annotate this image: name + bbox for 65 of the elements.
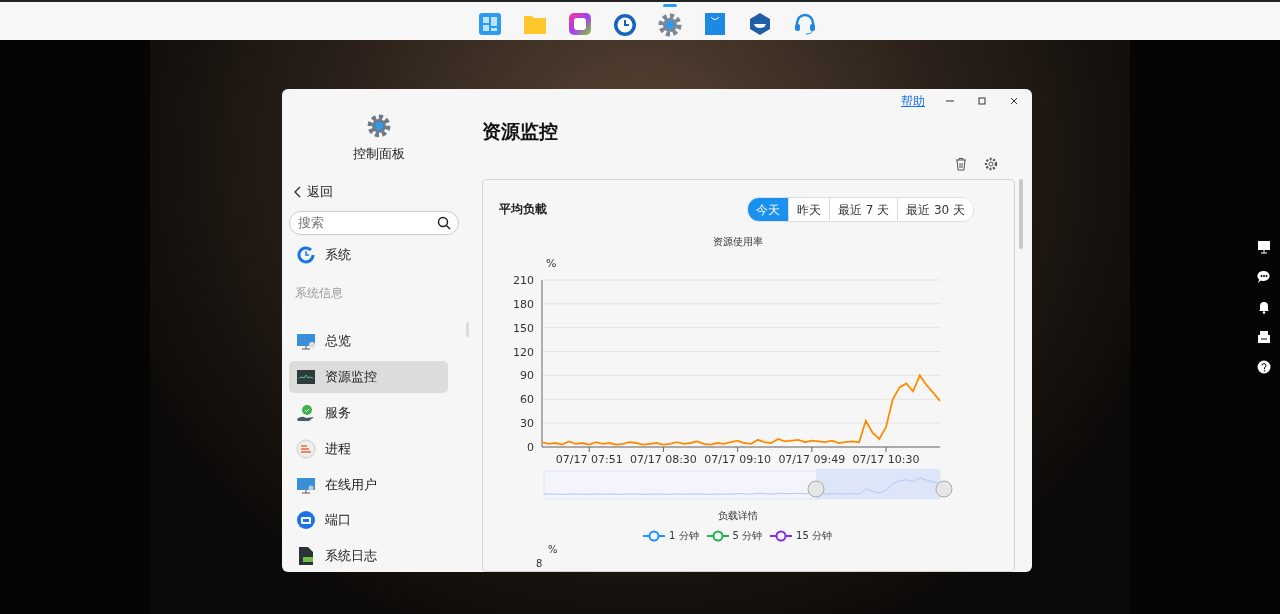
chat-bubble-icon[interactable] xyxy=(1257,270,1271,284)
sidebar-item[interactable]: 总览 xyxy=(289,325,448,358)
monitor-icon xyxy=(296,332,316,351)
log-file-icon xyxy=(296,546,316,567)
range-slider[interactable] xyxy=(543,469,953,500)
y-tick-label: 8 xyxy=(536,558,544,569)
x-tick-label: 07/17 09:49 xyxy=(778,453,846,466)
maximize-icon[interactable] xyxy=(977,96,987,106)
help-link[interactable]: 帮助 xyxy=(901,92,925,110)
trash-icon[interactable] xyxy=(954,157,968,171)
monitor-chart-icon xyxy=(296,369,316,386)
legend-title: 负载详情 xyxy=(717,509,758,523)
back-link[interactable]: 返回 xyxy=(293,182,333,201)
legend-item[interactable]: 5 分钟 xyxy=(706,529,763,543)
y-tick-label: 150 xyxy=(513,321,534,335)
chevron-left-icon xyxy=(293,185,301,198)
sidebar-item[interactable]: 资源监控 xyxy=(289,361,448,394)
card-title: 平均负載 xyxy=(499,201,547,218)
settings-icon[interactable] xyxy=(984,157,998,171)
sidebar-item[interactable]: 在线用户 xyxy=(289,468,448,501)
headset-icon[interactable] xyxy=(793,12,817,36)
sidebar-item[interactable]: 进程 xyxy=(289,432,448,465)
bell-icon[interactable] xyxy=(1257,300,1271,314)
shopping-bag-icon[interactable] xyxy=(703,12,727,36)
y-tick-label: 90 xyxy=(520,369,534,383)
y-tick-label: 210 xyxy=(513,274,534,287)
hand-check-icon xyxy=(296,403,316,423)
photos-app-icon[interactable] xyxy=(568,12,592,36)
x-tick-label: 07/17 07:51 xyxy=(555,453,623,466)
y-axis-unit: % xyxy=(548,544,559,555)
whale-icon[interactable] xyxy=(748,12,772,36)
legend-item[interactable]: 1 分钟 xyxy=(643,529,699,543)
scrollbar-thumb[interactable] xyxy=(1019,179,1023,249)
close-icon[interactable] xyxy=(1009,96,1019,106)
page-title: 资源监控 xyxy=(482,119,559,144)
refresh-clock-icon xyxy=(296,244,316,265)
monitor-icon[interactable] xyxy=(1257,240,1271,254)
settings-icon xyxy=(365,113,392,139)
y-tick-label: 0 xyxy=(527,441,534,454)
list-icon xyxy=(296,438,316,459)
x-tick-label: 07/17 09:10 xyxy=(704,453,772,466)
sidebar-item[interactable]: 服务 xyxy=(289,397,448,429)
monitor-user-icon xyxy=(296,475,316,494)
y-tick-label: 30 xyxy=(520,417,534,431)
sidebar-item[interactable]: 端口 xyxy=(289,504,448,537)
grid-app-icon[interactable] xyxy=(478,12,502,36)
y-tick-label: 180 xyxy=(513,297,534,311)
port-icon xyxy=(296,510,316,531)
y-tick-label: 60 xyxy=(520,393,534,407)
x-tick-label: 07/17 08:30 xyxy=(629,453,697,466)
sidebar-item[interactable]: 系统 xyxy=(289,238,448,271)
section-title: 系统信息 xyxy=(295,284,343,302)
range-tab[interactable]: 最近 30 天 xyxy=(897,198,973,221)
legend-item[interactable]: 15 分钟 xyxy=(770,529,832,543)
clock-icon[interactable] xyxy=(612,12,638,38)
y-tick-label: 120 xyxy=(513,345,534,359)
x-tick-label: 07/17 10:30 xyxy=(852,453,920,466)
search-field[interactable]: 搜索 xyxy=(289,210,459,235)
sidebar-item[interactable]: 系统日志 xyxy=(289,540,448,572)
app-title: 控制面板 xyxy=(352,144,405,163)
y-axis-unit: % xyxy=(546,257,557,270)
search-icon xyxy=(437,215,451,230)
settings-icon[interactable] xyxy=(657,12,683,38)
help-icon[interactable] xyxy=(1257,360,1271,374)
chart-title: 资源使用率 xyxy=(712,235,763,249)
